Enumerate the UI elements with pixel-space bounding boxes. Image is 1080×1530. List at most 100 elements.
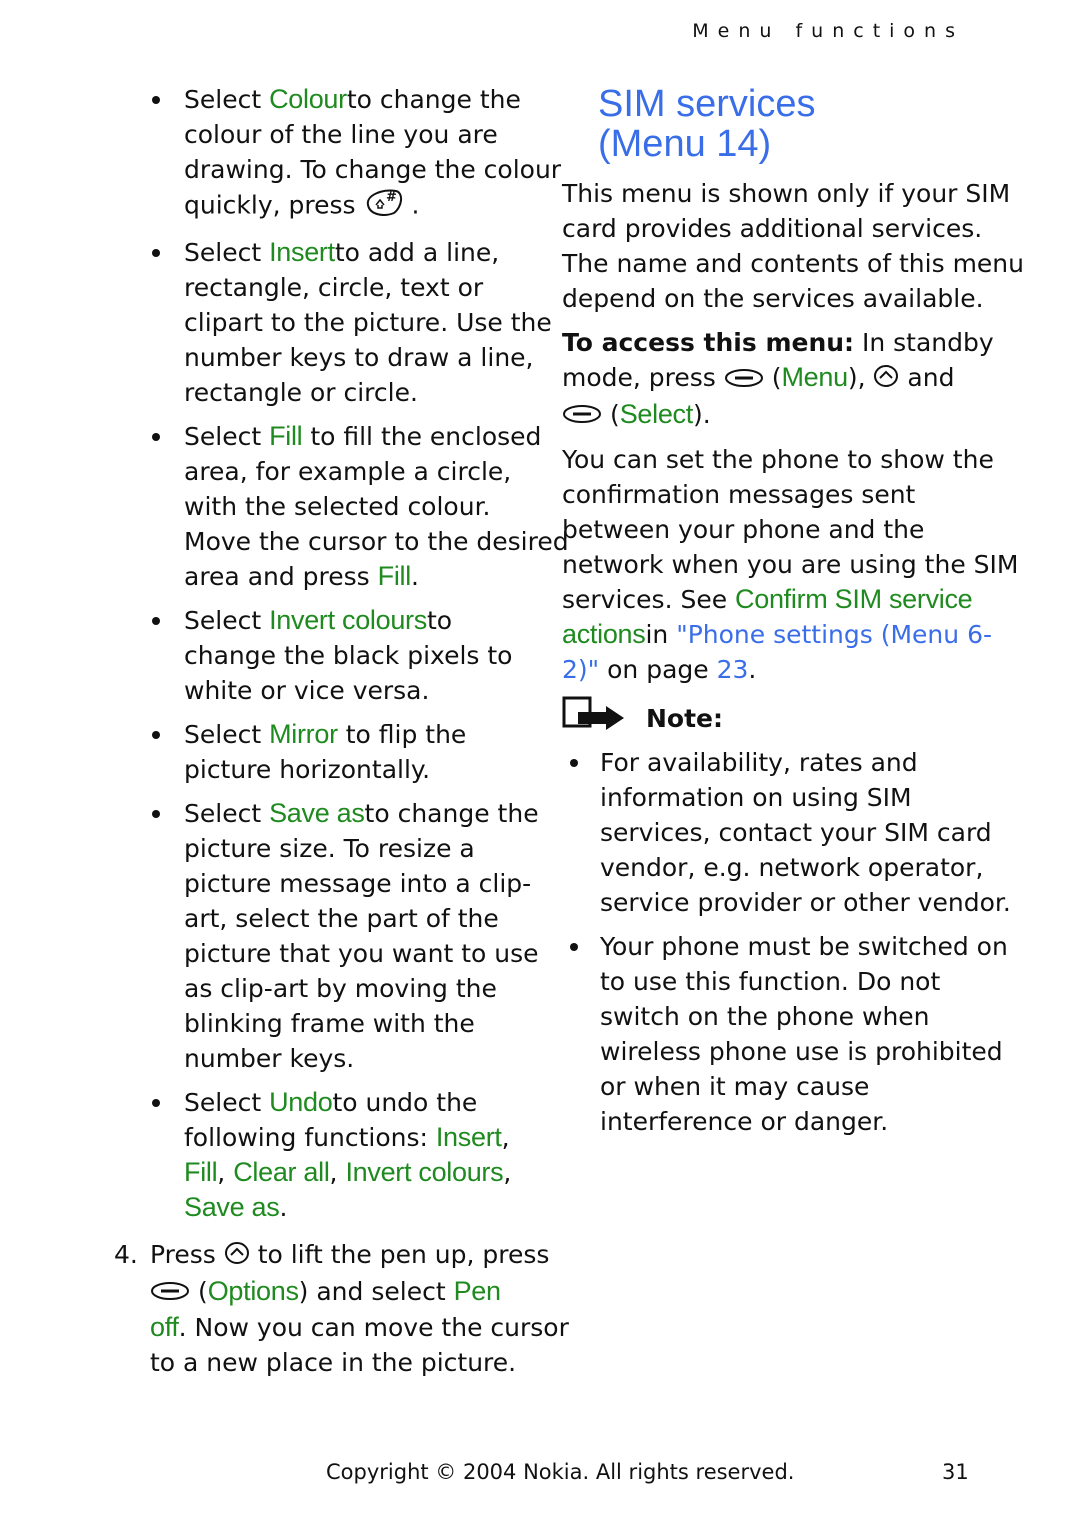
text-line: (Select). [562,397,972,434]
text-run: service provider or other vendor. [600,888,1011,917]
text-run: in [645,620,677,649]
text-line: Move the cursor to the desired [184,524,569,559]
text-line: Select Save asto change the [184,796,539,831]
text-line: number keys. [184,1041,530,1076]
text-run: confirmation messages sent [562,480,916,509]
menu-term: actions [562,619,646,649]
text-line: as clip-art by moving the [184,971,530,1006]
text-run: Select [184,238,270,267]
softkey-icon [724,362,764,397]
text-line: (Options) and select Pen [150,1274,530,1311]
text-line: area and press Fill. [184,559,530,594]
text-run: wireless phone use is prohibited [600,1037,1003,1066]
up-key-icon [873,362,899,397]
bullet-item: Select Insertto add a line, rectangle, ci… [140,235,552,410]
intro-paragraph: This menu is shown only if your SIM card … [562,176,1024,316]
note-heading: Note: [562,696,972,741]
text-line: picture that you want to use [184,936,539,971]
bullet-item: Select Colourto change the colour of the … [140,82,561,226]
text-run: art, select the part of the [184,904,499,933]
menu-term: Invert colours [269,605,427,635]
text-run: Select [184,799,270,828]
text-line: art, select the part of the [184,901,530,936]
text-line: area, for example a circle, [184,454,530,489]
text-run: to change the [364,799,539,828]
text-run: information on using SIM [600,783,912,812]
text-run: Select [184,720,270,749]
text-line: To access this menu: In standby [562,325,994,360]
note-bullet-item: Your phone must be switched on to use thi… [562,929,1008,1139]
menu-term: Insert [269,237,335,267]
text-line: picture size. To resize a [184,831,530,866]
softkey-icon [562,398,602,433]
text-line: Select Invert coloursto [184,603,530,638]
text-line: between your phone and the [562,512,972,547]
text-line: clipart to the picture. Use the [184,305,552,340]
note-bullet-item: For availability, rates and information o… [562,745,1011,920]
text-line: picture message into a clip- [184,866,531,901]
text-run: picture that you want to use [184,939,539,968]
text-line: vendor, e.g. network operator, [600,850,983,885]
text-line: depend on the services available. [562,281,984,316]
text-run: For availability, rates and [600,748,918,777]
text-line: switch on the phone when [600,999,972,1034]
text-line: Save as. [184,1190,530,1225]
text-run: number keys. [184,1044,355,1073]
menu-term: Confirm SIM service [735,584,973,614]
text-run: The name and contents of this menu [562,249,1024,278]
text-line: This menu is shown only if your SIM [562,176,1010,211]
text-run: to [426,606,453,635]
text-run: rectangle or circle. [184,378,418,407]
bullet-item: Select Mirror to flip the picture horizon… [140,717,530,787]
text-line: rectangle or circle. [184,375,530,410]
section-title: SIM services (Menu 14) [598,84,972,164]
text-run: quickly, press [184,190,364,220]
text-run: picture horizontally. [184,755,431,784]
menu-term: off [150,1312,179,1342]
text-run: , [503,1158,512,1187]
text-run: Select [184,85,270,114]
note-icon [562,696,632,741]
text-line: information on using SIM [600,780,972,815]
text-run: area, for example a circle, [184,457,512,486]
text-run: following functions: [184,1123,436,1152]
text-run: to flip the [337,720,467,749]
text-line: You can set the phone to show the [562,442,994,477]
text-run: services. See [562,585,736,614]
text-run: or when it may cause [600,1072,870,1101]
text-line: actionsin "Phone settings (Menu 6- [562,617,992,652]
text-line: wireless phone use is prohibited [600,1034,1003,1069]
text-run: Move the cursor to the desired [184,527,569,556]
text-run: area and press [184,562,378,591]
text-run: services, contact your SIM card [600,818,992,847]
cross-reference-link[interactable]: "Phone settings (Menu 6- [676,620,992,649]
bullet-item: Select Fill to fill the enclosed area, fo… [140,419,569,594]
text-run: as clip-art by moving the [184,974,497,1003]
text-run: . [410,562,419,591]
text-line: number keys to draw a line, [184,340,534,375]
confirm-paragraph: You can set the phone to show the confirm… [562,442,1018,687]
text-line: to use this function. Do not [600,964,972,999]
menu-term: Save as [269,798,365,828]
text-line: Press to lift the pen up, press [150,1237,549,1274]
menu-term: Fill [377,561,412,591]
menu-term: Invert colours [345,1157,504,1187]
text-line: rectangle, circle, text or [184,270,530,305]
text-run: rectangle, circle, text or [184,273,484,302]
cross-reference-link[interactable]: 2)" [562,655,599,684]
text-line: with the selected colour. [184,489,530,524]
text-run: to change the [346,85,521,114]
text-run: network when you are using the SIM [562,550,1019,579]
left-bullet-list: Select Colourto change the colour of the … [140,82,569,1225]
hash-key-icon: # [364,187,404,226]
text-line: confirmation messages sent [562,477,972,512]
text-line: 2)" on page 23. [562,652,972,687]
text-run: You can set the phone to show the [562,445,994,474]
text-run: to undo the [332,1088,478,1117]
text-line: following functions: Insert, [184,1120,530,1155]
text-line: Select Fill to fill the enclosed [184,419,541,454]
cross-reference-link[interactable]: 23 [717,655,749,684]
menu-term: Colour [269,84,347,114]
text-run: In standby [854,328,994,357]
text-run: to fill the enclosed [302,422,542,451]
